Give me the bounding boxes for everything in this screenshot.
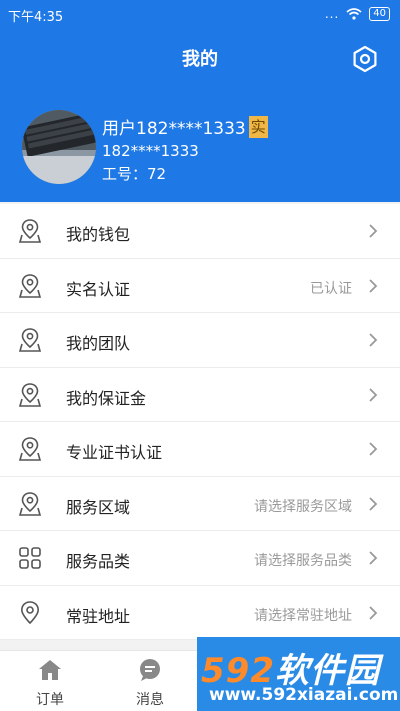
chevron-right-icon: [369, 333, 378, 347]
chevron-right-icon: [369, 551, 378, 565]
menu-item-wallet[interactable]: 我的钱包: [0, 204, 400, 259]
profile-menu: 我的钱包 实名认证 已认证 我的团队 我的保证金 专业证书认证 服务区域 请选择…: [0, 204, 400, 640]
settings-button[interactable]: [350, 44, 380, 74]
avatar[interactable]: [22, 110, 96, 184]
menu-item-label: 常驻地址: [66, 606, 131, 626]
menu-item-service-area[interactable]: 服务区域 请选择服务区域: [0, 477, 400, 531]
menu-item-label: 服务品类: [66, 552, 131, 571]
chevron-right-icon: [369, 224, 378, 238]
location-pin-icon: [18, 437, 42, 461]
menu-item-service-category[interactable]: 服务品类 请选择服务品类: [0, 531, 400, 586]
status-time: 下午4:35: [8, 10, 64, 25]
home-icon: [39, 660, 61, 680]
user-phone: 182****1333: [102, 142, 199, 160]
menu-item-label: 我的保证金: [66, 388, 147, 408]
battery-indicator: 40: [369, 7, 390, 21]
menu-item-label: 我的团队: [66, 334, 131, 353]
tab-label: 消息: [136, 692, 164, 708]
wifi-icon: [346, 8, 362, 20]
menu-item-value: 请选择服务区域: [254, 498, 352, 515]
employee-id: 72: [147, 165, 167, 183]
chat-icon: [140, 659, 160, 681]
menu-item-resident-address[interactable]: 常驻地址 请选择常驻地址: [0, 586, 400, 640]
employee-id-label: 工号：: [102, 165, 148, 183]
user-name: 用户182****1333: [102, 119, 246, 139]
menu-item-deposit[interactable]: 我的保证金: [0, 368, 400, 422]
menu-item-label: 我的钱包: [66, 225, 131, 244]
status-icons: ... 40: [325, 7, 390, 21]
location-pin-icon: [18, 328, 42, 352]
status-bar: 下午4:35 ... 40: [0, 0, 400, 30]
employee-id-row: 工号：72: [102, 163, 166, 184]
location-pin-icon: [18, 382, 42, 407]
avatar-keyboard-photo: [22, 110, 96, 184]
grid-icon: [19, 547, 41, 569]
menu-item-label: 专业证书认证: [66, 443, 163, 462]
hexagon-settings-icon: [353, 45, 377, 73]
menu-item-label: 服务区域: [66, 497, 131, 517]
page-title: 我的: [182, 49, 218, 70]
location-pin-icon: [18, 491, 42, 516]
tab-orders[interactable]: 订单: [0, 651, 100, 711]
menu-item-certificate-auth[interactable]: 专业证书认证: [0, 422, 400, 477]
menu-item-label: 实名认证: [66, 279, 131, 299]
menu-item-value: 已认证: [310, 280, 352, 297]
user-name-row: 用户182****1333 实: [102, 114, 268, 139]
watermark-url: www.592xiazai.com: [209, 685, 399, 705]
location-pin-icon: [18, 219, 42, 243]
chevron-right-icon: [369, 496, 378, 511]
location-pin-icon: [18, 273, 42, 298]
chevron-right-icon: [369, 387, 378, 402]
tab-label: 订单: [36, 692, 64, 708]
menu-item-value: 请选择服务品类: [254, 553, 352, 569]
watermark-logo: 592软件园 www.592xiazai.com: [197, 637, 400, 711]
map-pin-icon: [20, 600, 40, 624]
tab-messages[interactable]: 消息: [100, 651, 200, 711]
menu-item-real-name-auth[interactable]: 实名认证 已认证: [0, 259, 400, 313]
menu-item-value: 请选择常驻地址: [254, 607, 352, 624]
profile-header: 下午4:35 ... 40 我的 用户182****1333 实 182****…: [0, 0, 400, 202]
chevron-right-icon: [369, 278, 378, 293]
chevron-right-icon: [369, 442, 378, 456]
verified-badge: 实: [248, 115, 268, 138]
menu-item-my-team[interactable]: 我的团队: [0, 313, 400, 368]
chevron-right-icon: [369, 605, 378, 620]
signal-dots: ...: [324, 7, 340, 21]
